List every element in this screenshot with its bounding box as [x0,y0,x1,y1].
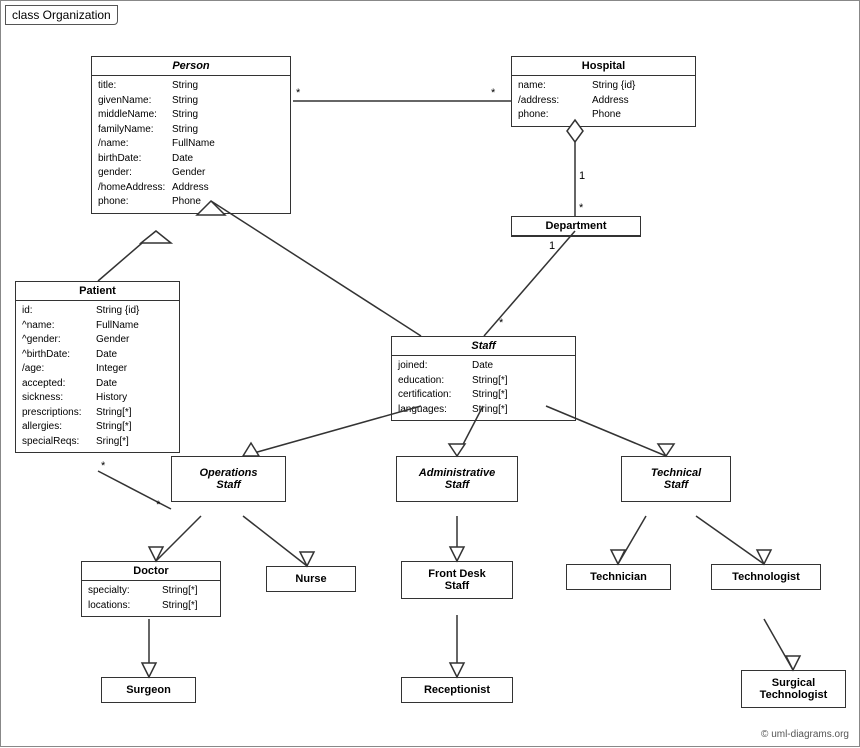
operations-staff-title: OperationsStaff [178,463,279,495]
nurse-label: Nurse [295,573,326,585]
technical-staff-title: TechnicalStaff [628,463,724,495]
surgical-technologist-label: SurgicalTechnologist [760,677,828,701]
person-attrs: title:String givenName:String middleName… [92,76,290,213]
person-title: Person [92,57,290,76]
surgical-technologist-box: SurgicalTechnologist [741,670,846,708]
copyright: © uml-diagrams.org [761,729,849,740]
patient-box: Patient id:String {id} ^name:FullName ^g… [15,281,180,453]
department-box: Department [511,216,641,237]
front-desk-staff-label: Front DeskStaff [428,568,485,592]
staff-title: Staff [392,337,575,356]
svg-text:1: 1 [549,240,555,252]
technical-staff-box: TechnicalStaff [621,456,731,502]
svg-text:*: * [499,317,504,329]
person-box: Person title:String givenName:String mid… [91,56,291,214]
nurse-box: Nurse [266,566,356,592]
doctor-box: Doctor specialty:String[*] locations:Str… [81,561,221,617]
svg-text:*: * [156,499,161,511]
surgeon-box: Surgeon [101,677,196,703]
hospital-attrs: name:String {id} /address:Address phone:… [512,76,695,126]
patient-attrs: id:String {id} ^name:FullName ^gender:Ge… [16,301,179,452]
surgeon-label: Surgeon [126,684,171,696]
hospital-title: Hospital [512,57,695,76]
staff-box: Staff joined:Date education:String[*] ce… [391,336,576,421]
administrative-staff-title: AdministrativeStaff [403,463,511,495]
operations-staff-box: OperationsStaff [171,456,286,502]
svg-text:1: 1 [579,170,585,182]
hospital-box: Hospital name:String {id} /address:Addre… [511,56,696,127]
staff-attrs: joined:Date education:String[*] certific… [392,356,575,420]
front-desk-staff-box: Front DeskStaff [401,561,513,599]
svg-text:*: * [101,460,106,472]
diagram-container: class Organization Person title:String g… [0,0,860,747]
svg-text:*: * [491,87,496,99]
receptionist-box: Receptionist [401,677,513,703]
technologist-label: Technologist [732,571,800,583]
diagram-title: class Organization [5,5,118,25]
receptionist-label: Receptionist [424,684,490,696]
department-title: Department [512,217,640,236]
svg-text:*: * [579,202,584,214]
doctor-title: Doctor [82,562,220,581]
doctor-attrs: specialty:String[*] locations:String[*] [82,581,220,616]
technician-box: Technician [566,564,671,590]
administrative-staff-box: AdministrativeStaff [396,456,518,502]
svg-text:*: * [296,87,301,99]
technician-label: Technician [590,571,647,583]
technologist-box: Technologist [711,564,821,590]
patient-title: Patient [16,282,179,301]
